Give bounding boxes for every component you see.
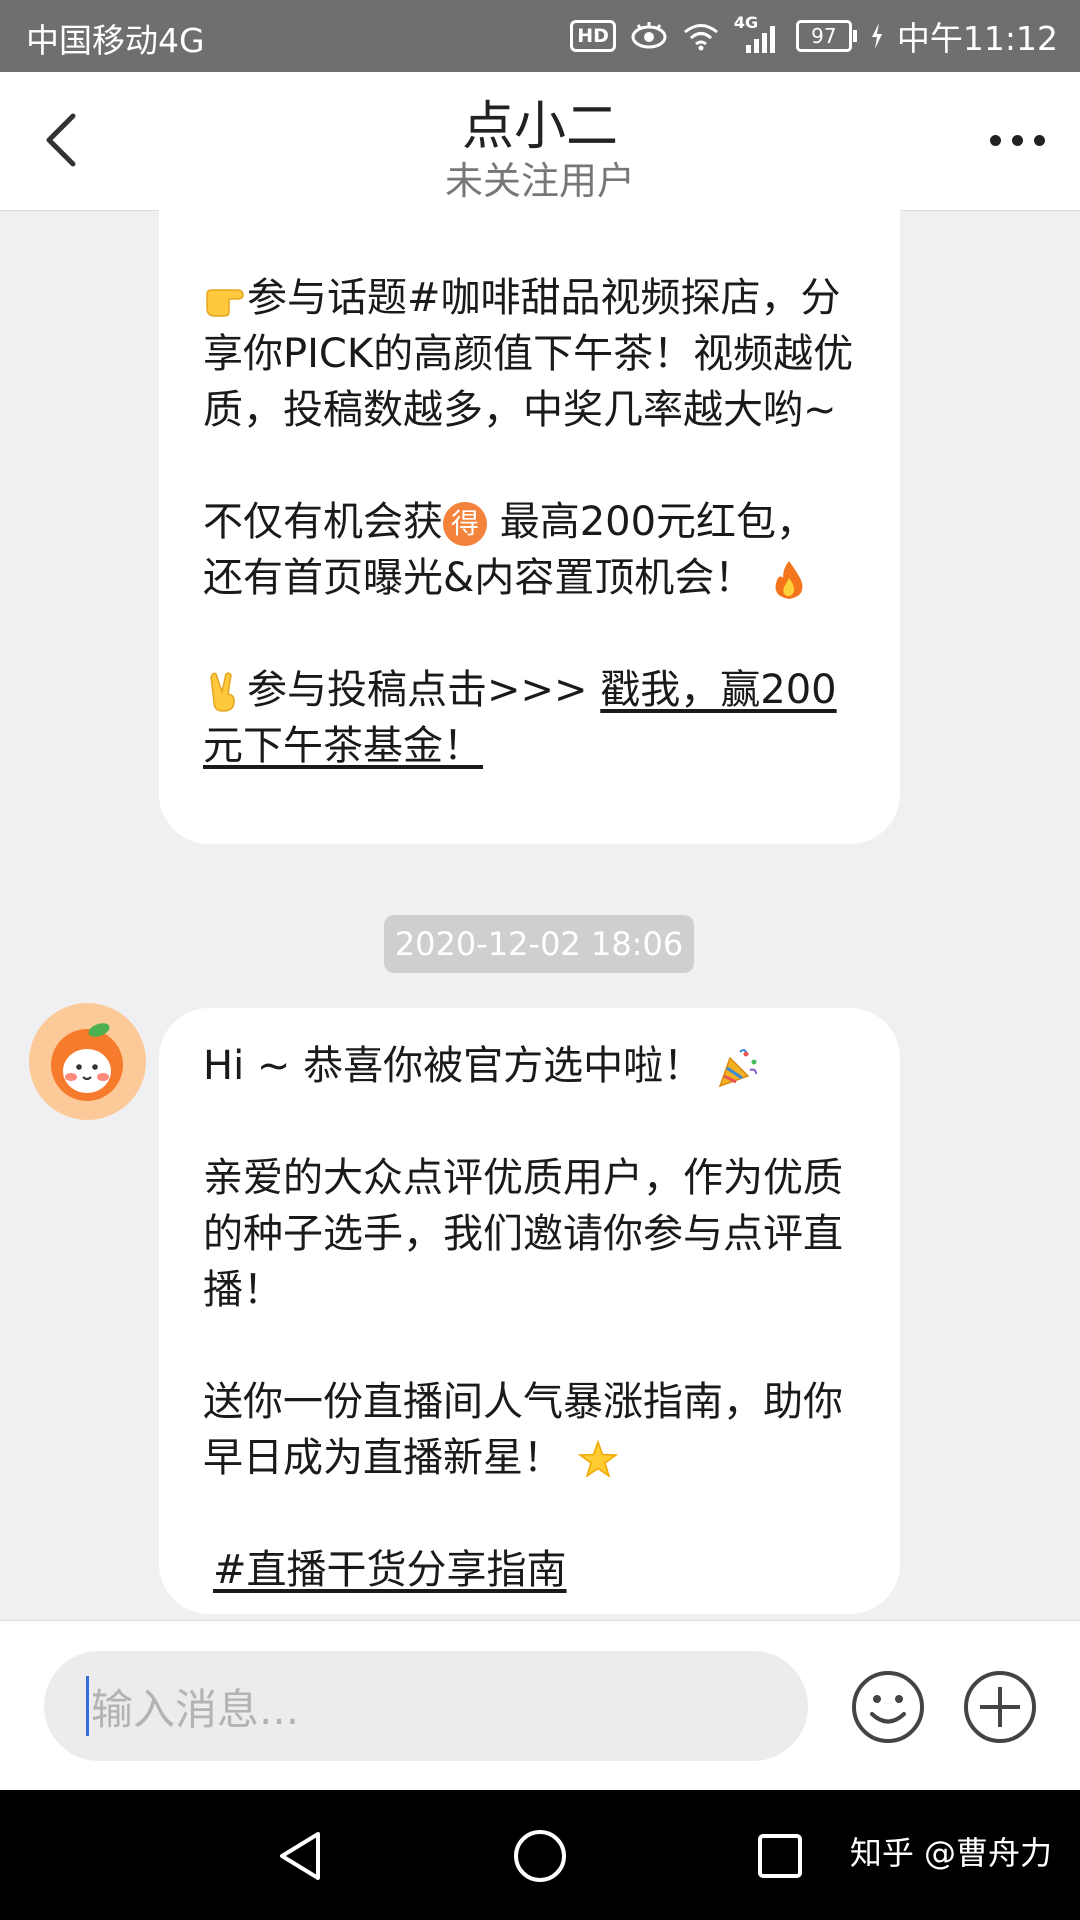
- system-navigation-bar: 知乎 @曹舟力: [0, 1790, 1080, 1920]
- battery-level: 97: [795, 20, 852, 52]
- fire-emoji-icon: [775, 561, 803, 599]
- message-text: 参与投稿点击>>>: [247, 667, 601, 713]
- message-paragraph: 不仅有机会获得 最高200元红包，还有首页曝光&内容置顶机会！: [203, 494, 856, 606]
- glowing-star-emoji-icon: [577, 1439, 618, 1478]
- battery-icon: 97: [795, 20, 857, 52]
- message-bubble: Hi ~ 恭喜你被官方选中啦！ 亲爱的大众点评优质用户，作为优质的种子选手，我们…: [159, 1008, 900, 1614]
- signal-bars-icon: [745, 26, 775, 53]
- message-text: 不仅有机会获: [203, 499, 443, 545]
- message-text: 送你一份直播间人气暴涨指南，助你早日成为直播新星！: [203, 1379, 843, 1481]
- message-paragraph: 参与话题#咖啡甜品视频探店，分享你PICK的高颜值下午茶！视频越优质，投稿数越多…: [203, 270, 856, 438]
- more-options-button[interactable]: [982, 114, 1052, 166]
- zhihu-watermark: 知乎 @曹舟力: [849, 1834, 1052, 1872]
- sender-avatar[interactable]: [29, 1003, 146, 1120]
- message-input[interactable]: 输入消息...: [44, 1651, 808, 1761]
- de-badge-emoji-icon: 得: [443, 502, 487, 546]
- message-paragraph: #直播干货分享指南: [203, 1542, 856, 1598]
- status-bar: 中国移动4G HD 4G 97 中午11:12: [0, 0, 1080, 72]
- live-guide-link[interactable]: #直播干货分享指南: [213, 1547, 567, 1593]
- nav-back-icon[interactable]: [272, 1826, 332, 1886]
- plus-button[interactable]: [962, 1669, 1038, 1745]
- message-paragraph: 送你一份直播间人气暴涨指南，助你早日成为直播新星！: [203, 1374, 856, 1486]
- message-text: Hi ~ 恭喜你被官方选中啦！: [203, 1043, 704, 1089]
- emoji-button[interactable]: [850, 1669, 926, 1745]
- eye-icon: [631, 22, 667, 49]
- party-popper-emoji-icon: [718, 1049, 757, 1088]
- charging-icon: [871, 23, 882, 49]
- more-dots-icon: [989, 134, 1001, 146]
- message-paragraph: Hi ~ 恭喜你被官方选中啦！: [203, 1038, 856, 1094]
- clock: 中午11:12: [896, 19, 1058, 58]
- pointing-right-hand-emoji-icon: [206, 289, 244, 317]
- message-text: 参与话题#咖啡甜品视频探店，分享你PICK的高颜值下午茶！视频越优质，投稿数越多…: [203, 275, 854, 433]
- chat-title: 点小二: [461, 97, 618, 157]
- cellular-signal-icon: 4G: [734, 13, 782, 53]
- message-timestamp: 2020-12-02 18:06: [384, 915, 694, 973]
- carrier-label: 中国移动4G: [26, 21, 205, 60]
- message-bubble: 参与话题#咖啡甜品视频探店，分享你PICK的高颜值下午茶！视频越优质，投稿数越多…: [159, 210, 900, 844]
- status-icons: HD 4G 97 中午11:12: [570, 12, 1058, 60]
- wifi-icon: [683, 24, 718, 51]
- orange-mascot-icon: [51, 1023, 123, 1101]
- input-placeholder: 输入消息...: [91, 1684, 300, 1734]
- hd-icon: HD: [570, 20, 616, 52]
- message-input-bar: 输入消息...: [0, 1620, 1080, 1791]
- nav-home-icon[interactable]: [510, 1826, 570, 1886]
- message-paragraph: 亲爱的大众点评优质用户，作为优质的种子选手，我们邀请你参与点评直播！: [203, 1155, 843, 1313]
- message-paragraph: 参与投稿点击>>> 戳我，赢200元下午茶基金！: [203, 662, 856, 774]
- chat-subtitle: 未关注用户: [444, 159, 635, 203]
- victory-hand-emoji-icon: [210, 672, 235, 712]
- chat-header: 点小二 未关注用户: [0, 72, 1080, 211]
- text-cursor: [86, 1676, 89, 1736]
- nav-recents-icon[interactable]: [750, 1826, 810, 1886]
